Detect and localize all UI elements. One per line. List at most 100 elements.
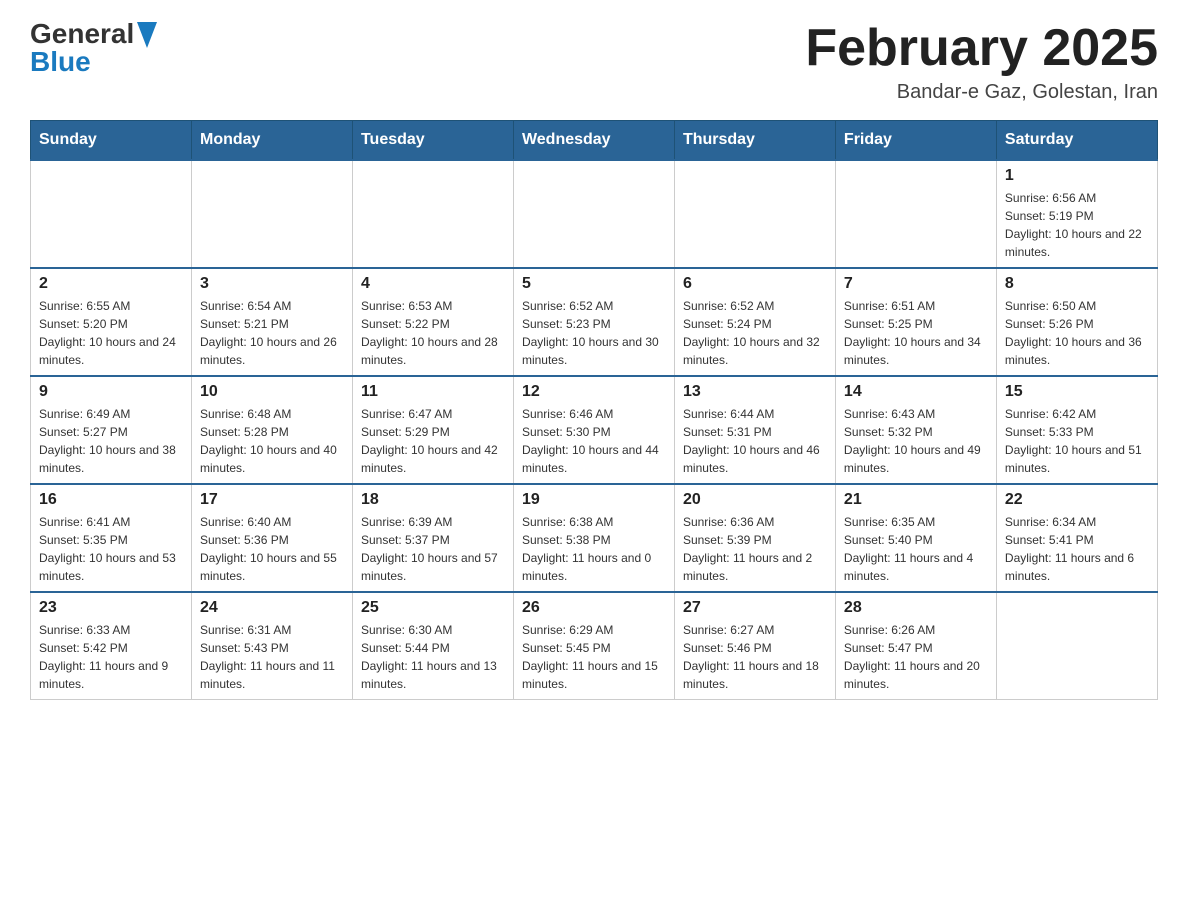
title-area: February 2025 Bandar-e Gaz, Golestan, Ir… <box>805 20 1158 104</box>
day-number: 21 <box>844 491 988 509</box>
calendar-week-row: 9 Sunrise: 6:49 AM Sunset: 5:27 PM Daylig… <box>31 376 1158 484</box>
day-of-week-header: Sunday <box>31 121 192 161</box>
logo-blue-text: Blue <box>30 48 157 76</box>
calendar-day-cell <box>352 160 513 268</box>
day-number: 26 <box>522 599 666 617</box>
calendar-day-cell: 1 Sunrise: 6:56 AM Sunset: 5:19 PM Daylig… <box>996 160 1157 268</box>
day-info: Sunrise: 6:39 AM Sunset: 5:37 PM Dayligh… <box>361 513 505 585</box>
logo: General Blue <box>30 20 157 76</box>
calendar-day-cell: 24Sunrise: 6:31 AM Sunset: 5:43 PM Dayli… <box>191 592 352 700</box>
calendar-week-row: 2 Sunrise: 6:55 AM Sunset: 5:20 PM Daylig… <box>31 268 1158 376</box>
calendar-day-cell: 2 Sunrise: 6:55 AM Sunset: 5:20 PM Daylig… <box>31 268 192 376</box>
calendar-day-cell: 19 Sunrise: 6:38 AM Sunset: 5:38 PM Dayli… <box>513 484 674 592</box>
calendar-day-cell: 3 Sunrise: 6:54 AM Sunset: 5:21 PM Daylig… <box>191 268 352 376</box>
calendar-day-cell: 5 Sunrise: 6:52 AM Sunset: 5:23 PM Daylig… <box>513 268 674 376</box>
day-info: Sunrise: 6:49 AM Sunset: 5:27 PM Dayligh… <box>39 405 183 477</box>
day-number: 4 <box>361 275 505 293</box>
calendar-day-cell: 14 Sunrise: 6:43 AM Sunset: 5:32 PM Dayli… <box>835 376 996 484</box>
day-number: 14 <box>844 383 988 401</box>
calendar-day-cell: 12 Sunrise: 6:46 AM Sunset: 5:30 PM Dayli… <box>513 376 674 484</box>
day-number: 2 <box>39 275 183 293</box>
day-number: 22 <box>1005 491 1149 509</box>
calendar-day-cell: 18 Sunrise: 6:39 AM Sunset: 5:37 PM Dayli… <box>352 484 513 592</box>
day-number: 25 <box>361 599 505 617</box>
day-info: Sunrise: 6:54 AM Sunset: 5:21 PM Dayligh… <box>200 297 344 369</box>
calendar-week-row: 23 Sunrise: 6:33 AM Sunset: 5:42 PM Dayli… <box>31 592 1158 700</box>
calendar-day-cell: 22 Sunrise: 6:34 AM Sunset: 5:41 PM Dayli… <box>996 484 1157 592</box>
day-number: 11 <box>361 383 505 401</box>
calendar-day-cell: 13 Sunrise: 6:44 AM Sunset: 5:31 PM Dayli… <box>674 376 835 484</box>
day-info: Sunrise: 6:26 AM Sunset: 5:47 PM Dayligh… <box>844 621 988 693</box>
day-info: Sunrise: 6:27 AM Sunset: 5:46 PM Dayligh… <box>683 621 827 693</box>
calendar-day-cell <box>996 592 1157 700</box>
day-info: Sunrise: 6:48 AM Sunset: 5:28 PM Dayligh… <box>200 405 344 477</box>
day-number: 18 <box>361 491 505 509</box>
day-number: 23 <box>39 599 183 617</box>
day-info: Sunrise: 6:55 AM Sunset: 5:20 PM Dayligh… <box>39 297 183 369</box>
calendar-day-cell: 10Sunrise: 6:48 AM Sunset: 5:28 PM Dayli… <box>191 376 352 484</box>
day-of-week-header: Saturday <box>996 121 1157 161</box>
calendar-day-cell: 7Sunrise: 6:51 AM Sunset: 5:25 PM Daylig… <box>835 268 996 376</box>
day-number: 13 <box>683 383 827 401</box>
day-info: Sunrise: 6:41 AM Sunset: 5:35 PM Dayligh… <box>39 513 183 585</box>
day-number: 24 <box>200 599 344 617</box>
day-of-week-header: Tuesday <box>352 121 513 161</box>
calendar-day-cell: 27 Sunrise: 6:27 AM Sunset: 5:46 PM Dayli… <box>674 592 835 700</box>
day-info: Sunrise: 6:34 AM Sunset: 5:41 PM Dayligh… <box>1005 513 1149 585</box>
calendar-day-cell <box>513 160 674 268</box>
day-info: Sunrise: 6:42 AM Sunset: 5:33 PM Dayligh… <box>1005 405 1149 477</box>
day-info: Sunrise: 6:36 AM Sunset: 5:39 PM Dayligh… <box>683 513 827 585</box>
calendar-day-cell: 6 Sunrise: 6:52 AM Sunset: 5:24 PM Daylig… <box>674 268 835 376</box>
day-number: 17 <box>200 491 344 509</box>
day-number: 5 <box>522 275 666 293</box>
calendar-day-cell <box>674 160 835 268</box>
calendar-day-cell <box>31 160 192 268</box>
day-of-week-header: Friday <box>835 121 996 161</box>
calendar-header-row: SundayMondayTuesdayWednesdayThursdayFrid… <box>31 121 1158 161</box>
day-number: 1 <box>1005 167 1149 185</box>
day-of-week-header: Thursday <box>674 121 835 161</box>
day-info: Sunrise: 6:33 AM Sunset: 5:42 PM Dayligh… <box>39 621 183 693</box>
day-number: 20 <box>683 491 827 509</box>
day-info: Sunrise: 6:46 AM Sunset: 5:30 PM Dayligh… <box>522 405 666 477</box>
calendar-table: SundayMondayTuesdayWednesdayThursdayFrid… <box>30 120 1158 700</box>
calendar-day-cell: 9 Sunrise: 6:49 AM Sunset: 5:27 PM Daylig… <box>31 376 192 484</box>
calendar-day-cell: 15 Sunrise: 6:42 AM Sunset: 5:33 PM Dayli… <box>996 376 1157 484</box>
day-number: 27 <box>683 599 827 617</box>
calendar-title: February 2025 <box>805 20 1158 77</box>
logo-arrow-icon <box>137 22 157 48</box>
calendar-day-cell: 11Sunrise: 6:47 AM Sunset: 5:29 PM Dayli… <box>352 376 513 484</box>
calendar-subtitle: Bandar-e Gaz, Golestan, Iran <box>805 81 1158 104</box>
day-info: Sunrise: 6:38 AM Sunset: 5:38 PM Dayligh… <box>522 513 666 585</box>
day-info: Sunrise: 6:52 AM Sunset: 5:24 PM Dayligh… <box>683 297 827 369</box>
calendar-week-row: 1 Sunrise: 6:56 AM Sunset: 5:19 PM Daylig… <box>31 160 1158 268</box>
calendar-day-cell: 20 Sunrise: 6:36 AM Sunset: 5:39 PM Dayli… <box>674 484 835 592</box>
day-info: Sunrise: 6:52 AM Sunset: 5:23 PM Dayligh… <box>522 297 666 369</box>
calendar-day-cell <box>835 160 996 268</box>
calendar-day-cell: 28Sunrise: 6:26 AM Sunset: 5:47 PM Dayli… <box>835 592 996 700</box>
day-number: 6 <box>683 275 827 293</box>
calendar-day-cell: 17 Sunrise: 6:40 AM Sunset: 5:36 PM Dayli… <box>191 484 352 592</box>
day-number: 7 <box>844 275 988 293</box>
day-info: Sunrise: 6:40 AM Sunset: 5:36 PM Dayligh… <box>200 513 344 585</box>
logo-general-text: General <box>30 20 134 48</box>
calendar-week-row: 16 Sunrise: 6:41 AM Sunset: 5:35 PM Dayli… <box>31 484 1158 592</box>
day-number: 15 <box>1005 383 1149 401</box>
day-of-week-header: Monday <box>191 121 352 161</box>
day-info: Sunrise: 6:44 AM Sunset: 5:31 PM Dayligh… <box>683 405 827 477</box>
calendar-day-cell: 26Sunrise: 6:29 AM Sunset: 5:45 PM Dayli… <box>513 592 674 700</box>
day-info: Sunrise: 6:35 AM Sunset: 5:40 PM Dayligh… <box>844 513 988 585</box>
day-number: 9 <box>39 383 183 401</box>
day-of-week-header: Wednesday <box>513 121 674 161</box>
day-number: 12 <box>522 383 666 401</box>
calendar-day-cell <box>191 160 352 268</box>
calendar-day-cell: 16 Sunrise: 6:41 AM Sunset: 5:35 PM Dayli… <box>31 484 192 592</box>
day-number: 8 <box>1005 275 1149 293</box>
day-number: 19 <box>522 491 666 509</box>
day-info: Sunrise: 6:50 AM Sunset: 5:26 PM Dayligh… <box>1005 297 1149 369</box>
day-info: Sunrise: 6:56 AM Sunset: 5:19 PM Dayligh… <box>1005 189 1149 261</box>
day-number: 16 <box>39 491 183 509</box>
day-info: Sunrise: 6:30 AM Sunset: 5:44 PM Dayligh… <box>361 621 505 693</box>
day-number: 3 <box>200 275 344 293</box>
day-info: Sunrise: 6:43 AM Sunset: 5:32 PM Dayligh… <box>844 405 988 477</box>
